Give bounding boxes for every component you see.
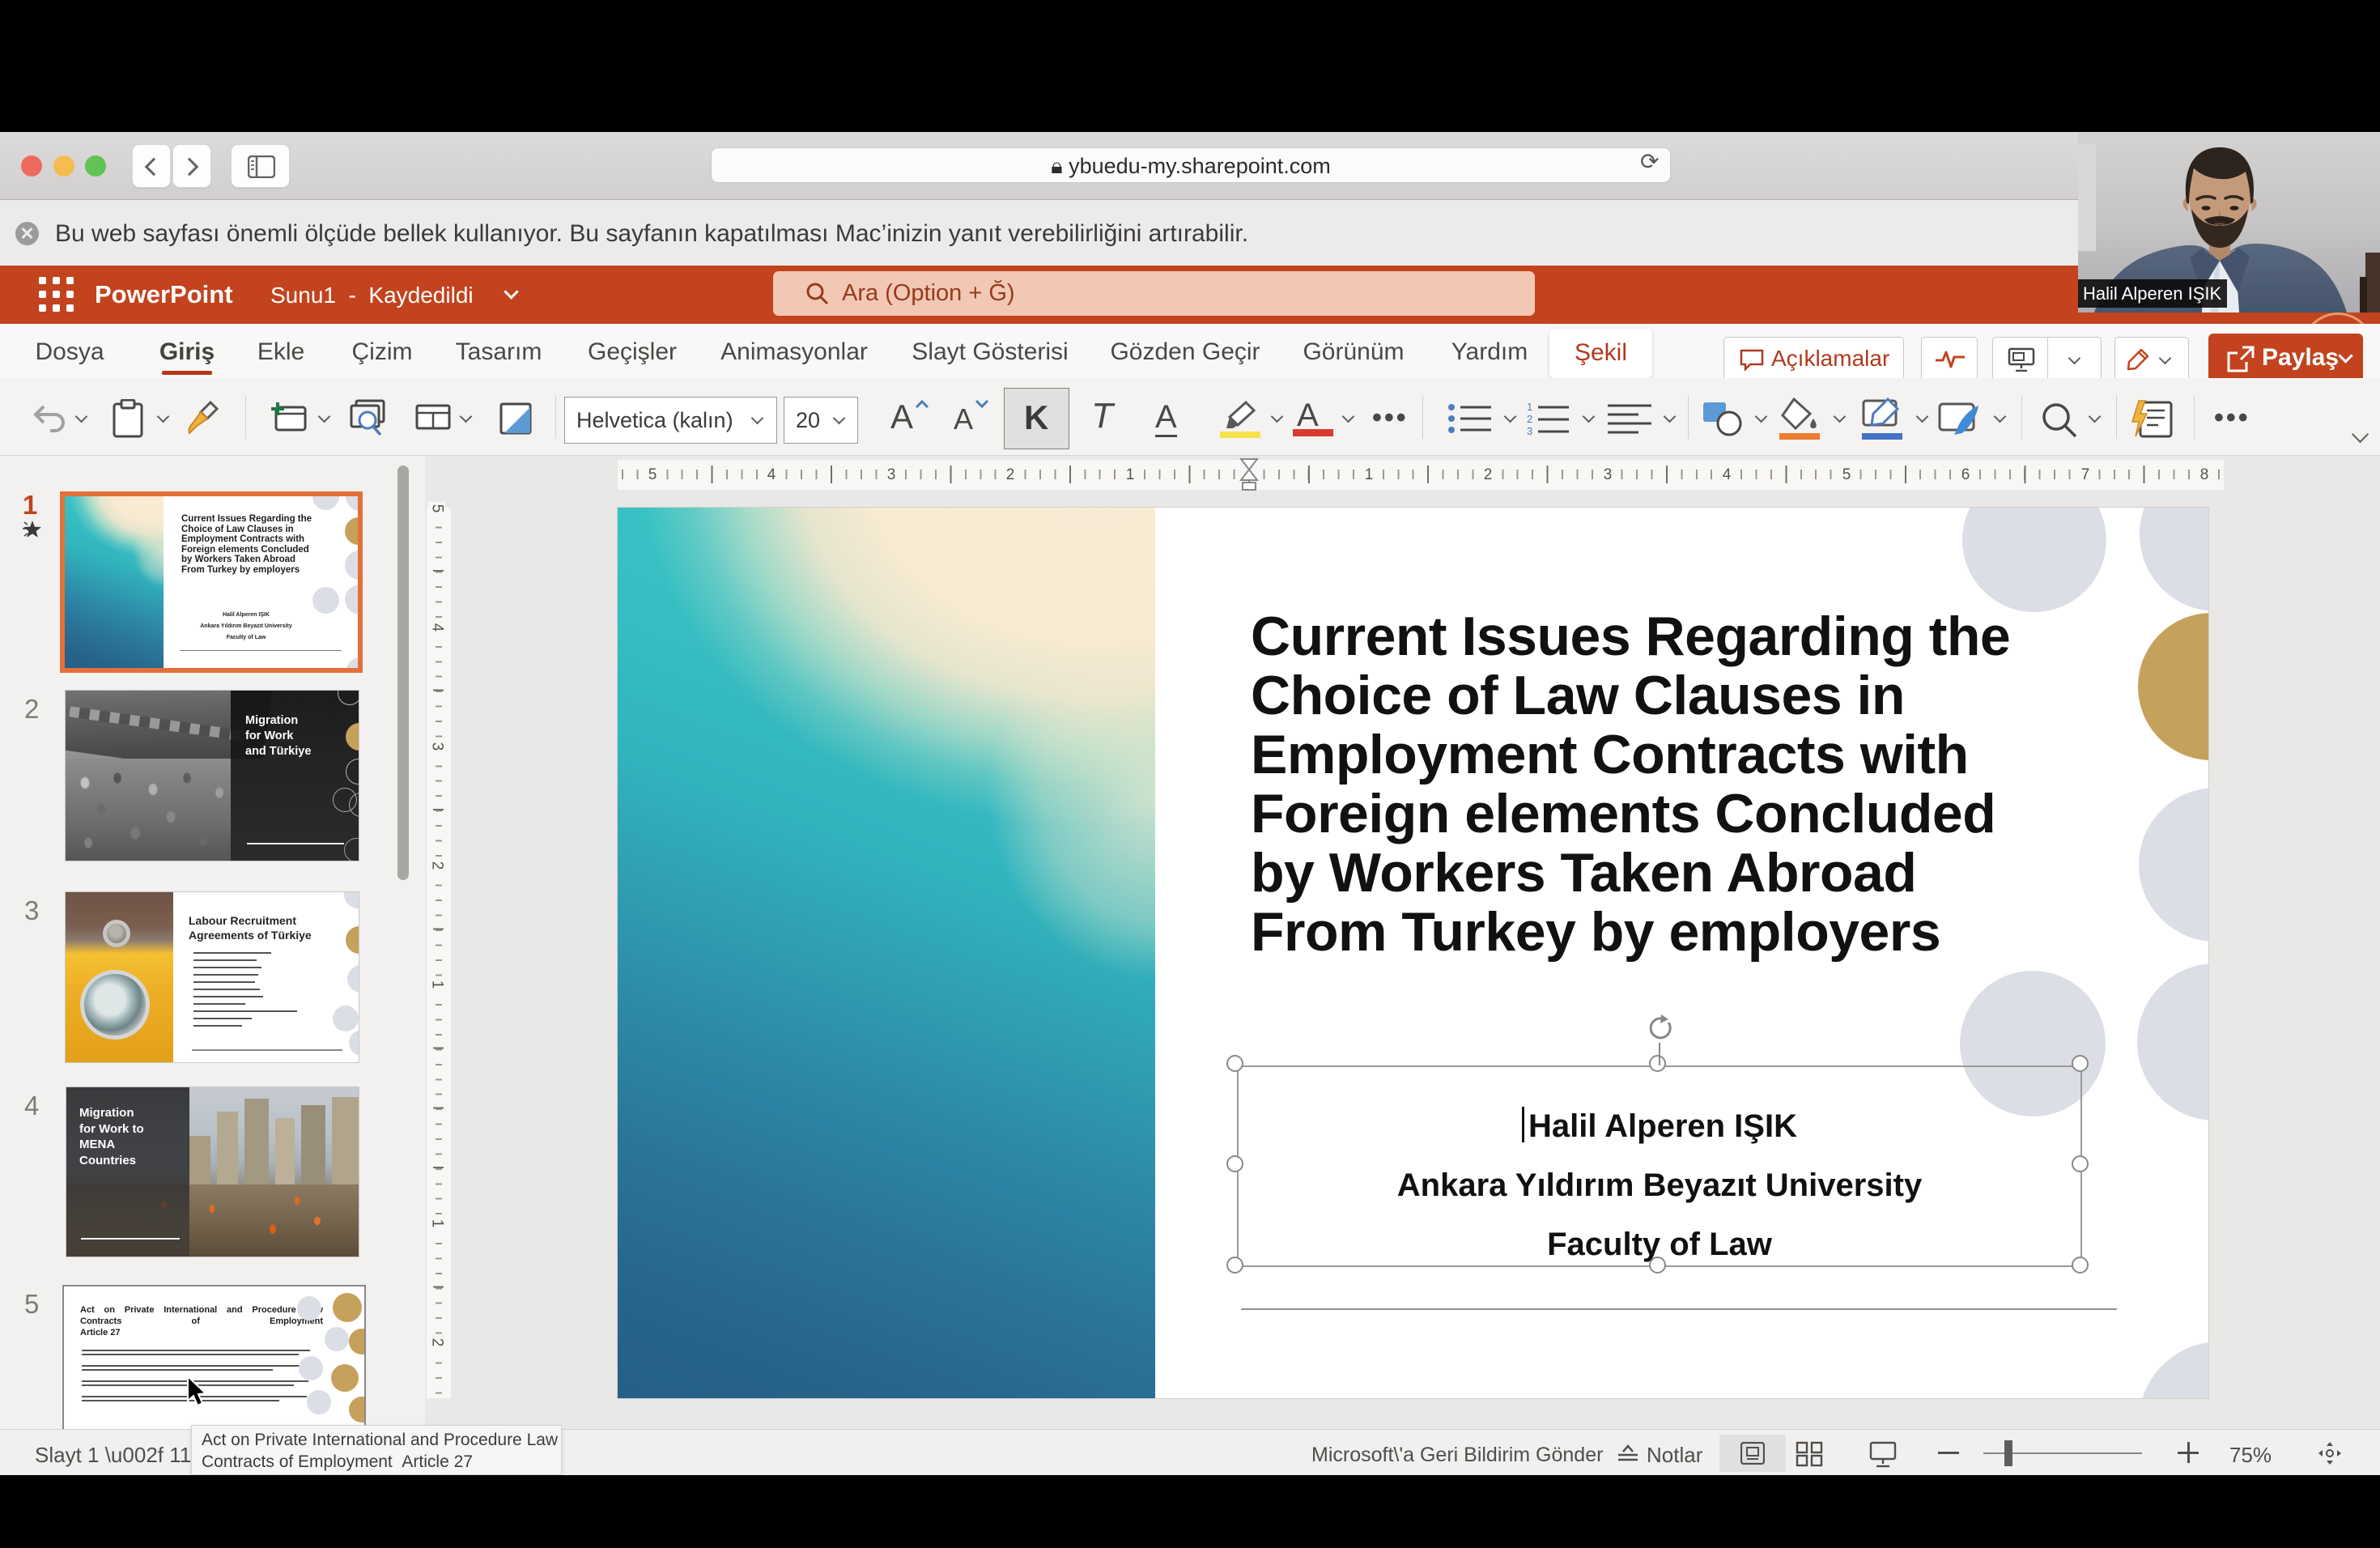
svg-text:1: 1 <box>1527 401 1532 413</box>
svg-text:2: 2 <box>1527 413 1532 425</box>
svg-text:3: 3 <box>1527 425 1532 436</box>
